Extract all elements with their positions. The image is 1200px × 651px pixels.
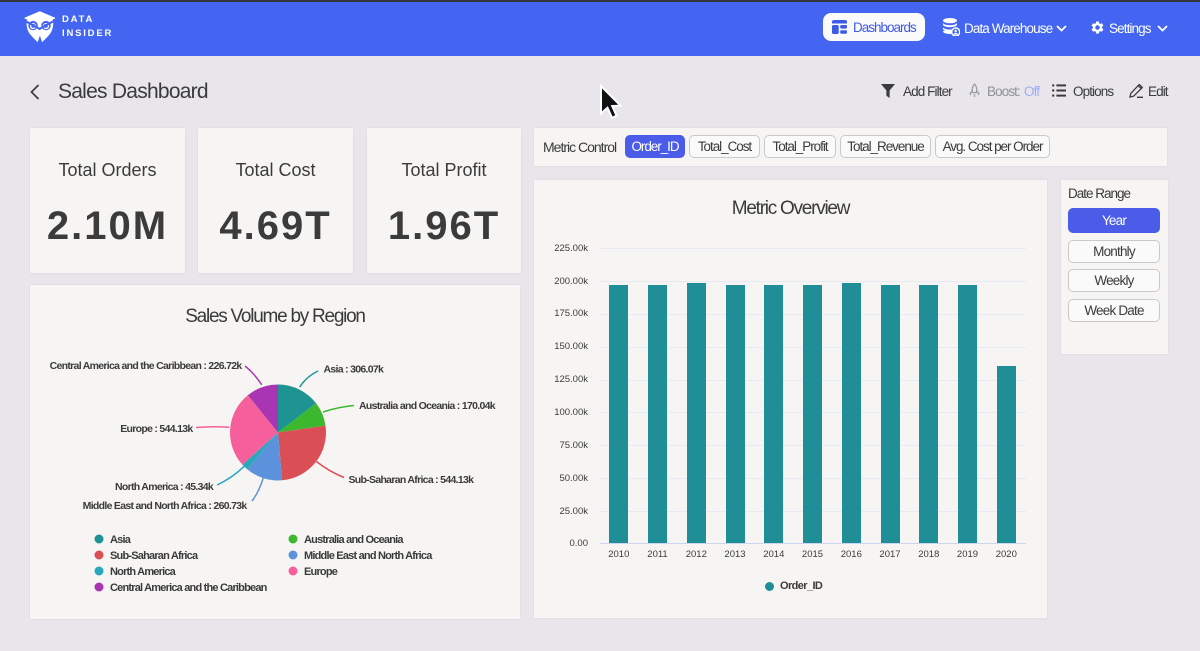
svg-text:Sub-Saharan Africa: Sub-Saharan Africa: [110, 550, 199, 562]
svg-text:Central America and the Caribb: Central America and the Caribbean : 226.…: [50, 360, 243, 372]
svg-text:Asia : 306.07k: Asia : 306.07k: [324, 364, 385, 376]
svg-text:Australia and Oceania : 170.04: Australia and Oceania : 170.04k: [359, 400, 496, 412]
svg-text:North America: North America: [110, 566, 177, 578]
svg-text:Asia: Asia: [110, 534, 132, 546]
svg-text:Europe: Europe: [304, 566, 338, 578]
svg-text:Central America and the Caribb: Central America and the Caribbean: [110, 582, 268, 594]
svg-text:Middle East and North Africa: Middle East and North Africa: [304, 550, 433, 562]
svg-text:Middle East and North Africa :: Middle East and North Africa : 260.73k: [83, 500, 248, 512]
svg-text:North America : 45.34k: North America : 45.34k: [115, 481, 214, 493]
svg-text:Europe : 544.13k: Europe : 544.13k: [120, 423, 193, 435]
svg-text:Sub-Saharan Africa : 544.13k: Sub-Saharan Africa : 544.13k: [349, 474, 475, 486]
svg-text:Australia and Oceania: Australia and Oceania: [304, 534, 404, 546]
